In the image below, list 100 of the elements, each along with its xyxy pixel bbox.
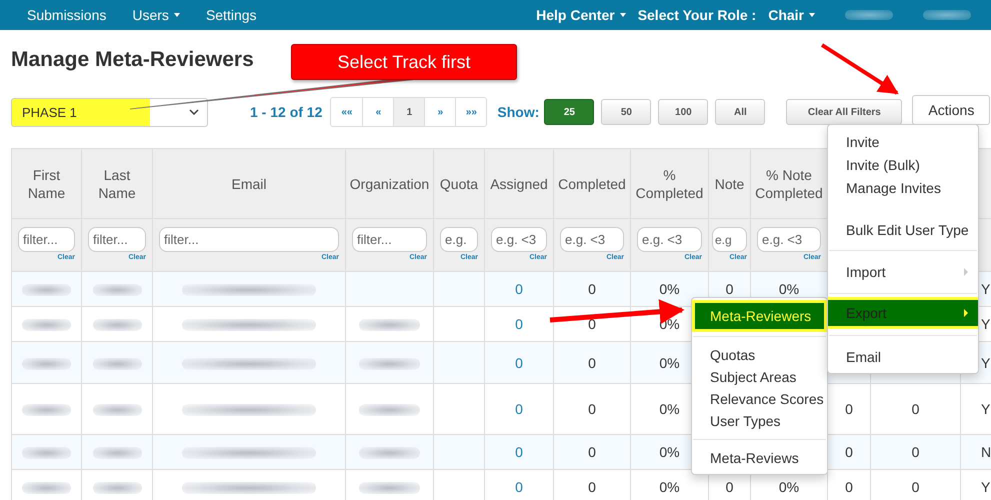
blurred-text (359, 482, 420, 494)
filter-input[interactable]: e.g. (440, 227, 478, 252)
menu-item[interactable]: Quotas (692, 344, 827, 366)
menu-item[interactable]: Relevance Scores (692, 388, 827, 410)
filter-input[interactable]: e.g. <3 (491, 227, 547, 252)
count-link[interactable]: 0 (515, 316, 523, 332)
column-header: First Name (28, 166, 66, 200)
blurred-text (22, 447, 71, 460)
table-cell-text: 0 (912, 401, 920, 417)
submenu-item[interactable]: Import (828, 260, 978, 284)
actions-button[interactable]: Actions (912, 95, 990, 125)
count-link[interactable]: 0 (515, 354, 523, 370)
nav-link[interactable]: Settings (206, 7, 257, 23)
column-header: % Note Completed (755, 166, 823, 200)
blurred-text (92, 358, 142, 370)
page-size-button[interactable]: All (715, 99, 766, 125)
menu-item[interactable]: Invite (828, 130, 978, 153)
table-cell-text: 0 (845, 401, 853, 417)
blurred-text (22, 358, 71, 370)
table-cell-text: 0 (588, 281, 596, 297)
table-cell-text: 0% (778, 479, 800, 495)
nav-link[interactable]: Users (132, 7, 180, 23)
filter-input[interactable]: e.g. <3 (757, 227, 821, 252)
filter-input[interactable]: filter... (18, 227, 75, 252)
submenu-arrow-icon (964, 268, 968, 276)
blurred-text (359, 447, 420, 460)
filter-input[interactable]: filter... (352, 227, 427, 252)
table-cell-text: 0 (726, 281, 734, 297)
menu-item[interactable]: Meta-Reviews (692, 447, 827, 469)
count-link[interactable]: 0 (515, 281, 523, 297)
menu-item[interactable]: Manage Invites (828, 176, 978, 199)
menu-item[interactable]: User Types (692, 410, 827, 432)
table-cell-text: Y (981, 316, 990, 332)
table-cell-text: 0 (588, 479, 596, 495)
blurred-text (92, 482, 142, 494)
column-header: Note (714, 176, 744, 192)
count-link[interactable]: 0 (515, 401, 523, 417)
table-cell-text: 0 (726, 479, 734, 495)
table-cell-text: 0% (659, 444, 680, 460)
pagination-range: 1 - 12 of 12 (250, 104, 322, 120)
blurred-text (92, 404, 142, 416)
nav-link[interactable]: Help Center (536, 7, 626, 23)
blurred-text (845, 10, 893, 20)
column-header: Assigned (490, 176, 548, 192)
submenu-arrow-icon (964, 309, 968, 317)
blurred-text (359, 319, 420, 332)
chevron-down-icon (189, 109, 199, 115)
nav-link[interactable]: Chair (768, 7, 815, 23)
table-cell-text: N (981, 444, 991, 460)
table-cell-text: 0 (588, 354, 596, 370)
clear-filters-button[interactable]: Clear All Filters (786, 99, 902, 125)
blurred-text (22, 319, 71, 332)
pagination-button[interactable]: »» (455, 98, 486, 126)
blurred-text (92, 284, 142, 296)
table-cell-text: 0 (912, 479, 920, 495)
table-cell-text: 0% (778, 281, 800, 297)
menu-item[interactable]: Invite (Bulk) (828, 153, 978, 176)
table-cell-text: 0 (588, 401, 596, 417)
filter-input[interactable]: filter... (159, 227, 339, 252)
table-cell-text: 0% (659, 281, 680, 297)
submenu-item[interactable]: Export (828, 297, 978, 329)
filter-input[interactable]: e.g. <3 (560, 227, 624, 252)
blurred-text (923, 10, 971, 20)
caret-icon (174, 13, 180, 17)
page-size-button[interactable]: 100 (658, 99, 708, 125)
table-cell-text: 0 (912, 444, 920, 460)
menu-item[interactable]: Meta-Reviewers (692, 300, 827, 332)
count-link[interactable]: 0 (515, 479, 523, 495)
table-cell-text: 0% (659, 354, 680, 370)
filter-input[interactable]: e.g (712, 227, 747, 252)
nav-link[interactable]: Submissions (27, 7, 106, 23)
table-cell-text: Y (981, 354, 990, 370)
page-size-button[interactable]: 50 (601, 99, 652, 125)
count-link[interactable]: 0 (515, 444, 523, 460)
column-header: Email (231, 176, 266, 192)
menu-item[interactable]: Subject Areas (692, 366, 827, 388)
table-cell-text: 0% (659, 401, 680, 417)
menu-item[interactable]: Email (828, 345, 978, 368)
blurred-text (22, 404, 71, 416)
menu-item[interactable]: Bulk Edit User Type (828, 218, 978, 241)
blurred-text (359, 358, 420, 370)
table-cell-text: Y (981, 479, 990, 495)
table-cell-text: Y (981, 401, 990, 417)
page-size-button[interactable]: 25 (544, 99, 594, 125)
blurred-text (22, 284, 71, 296)
track-select[interactable]: PHASE 1 (11, 98, 208, 126)
table-cell-text: 0 (845, 479, 853, 495)
column-header: Completed (558, 176, 626, 192)
blurred-text (92, 319, 142, 332)
pagination-button[interactable]: 1 (393, 98, 424, 126)
table-cell-text: 0 (588, 316, 596, 332)
blurred-text (22, 482, 71, 494)
column-header: % Completed (636, 166, 704, 200)
blurred-text (359, 404, 420, 416)
callout-label: Select Track first (291, 44, 517, 80)
caret-icon (809, 13, 815, 17)
filter-input[interactable]: filter... (88, 227, 146, 252)
filter-input[interactable]: e.g. <3 (637, 227, 702, 252)
column-header: Quota (440, 176, 478, 192)
page-title: Manage Meta-Reviewers (11, 48, 254, 73)
